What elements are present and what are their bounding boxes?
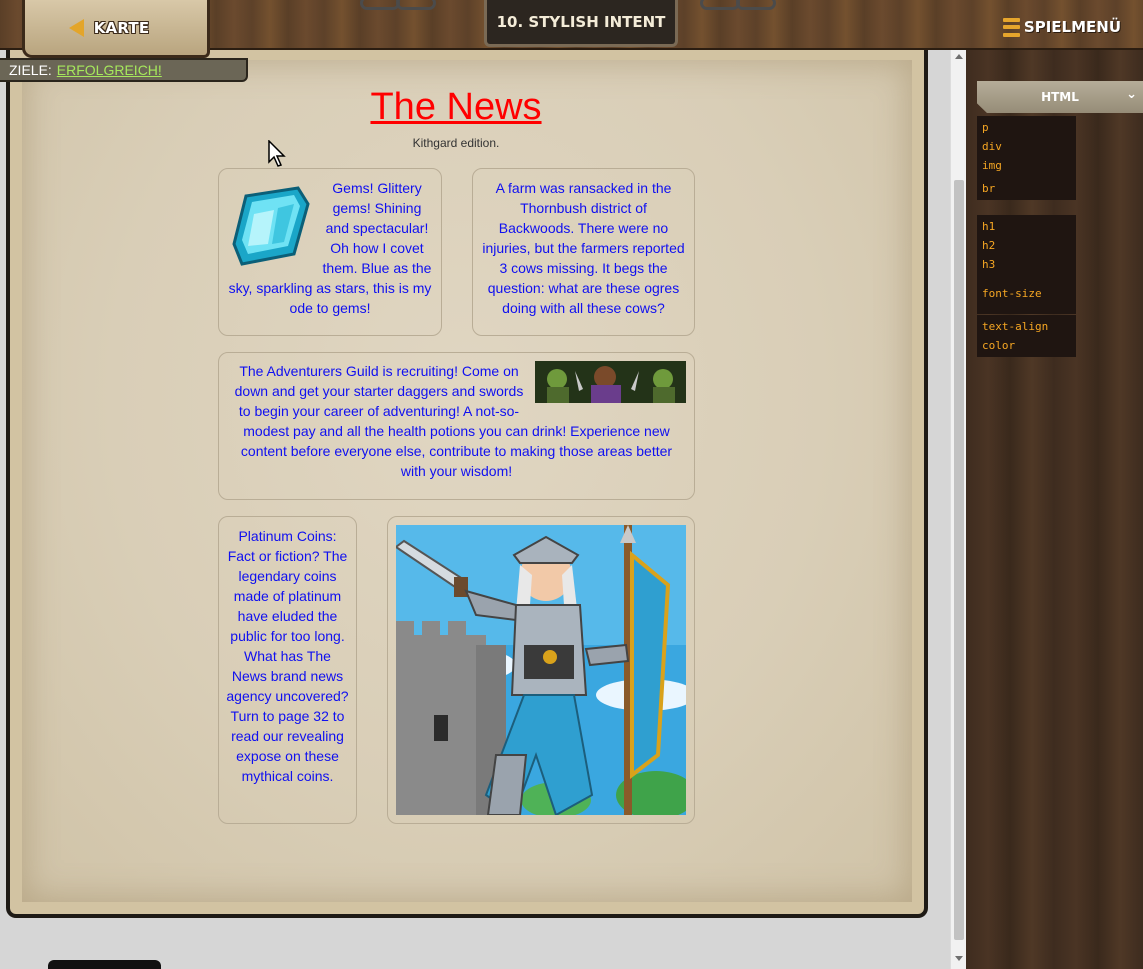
palette-group: font-size: [977, 276, 1076, 314]
goals-label: ZIELE:: [9, 62, 52, 78]
snippet-div[interactable]: div: [977, 137, 1076, 156]
chain-decoration: [736, 0, 776, 10]
level-scrollbar[interactable]: [950, 48, 966, 969]
back-arrow-icon: [68, 18, 84, 37]
adventurers-image: [535, 361, 686, 403]
chain-decoration: [360, 0, 400, 10]
snippet-img[interactable]: img: [977, 156, 1076, 175]
goals-status[interactable]: ERFOLGREICH!: [57, 62, 162, 78]
scrollbar-thumb[interactable]: [954, 180, 964, 940]
snippet-color[interactable]: color: [977, 336, 1076, 355]
article-gems: Gems! Glittery gems! Shining and spectac…: [218, 168, 442, 336]
page-subtitle: Kithgard edition.: [412, 136, 500, 150]
snippet-h1[interactable]: h1: [977, 217, 1076, 236]
chain-decoration: [396, 0, 436, 10]
bottom-tab[interactable]: [48, 960, 161, 969]
snippet-font-size[interactable]: font-size: [977, 284, 1076, 303]
palette-group: text-align color: [977, 315, 1076, 357]
menu-icon: [1002, 17, 1020, 37]
warrior-image: [396, 525, 686, 815]
article-platinum: Platinum Coins: Fact or fiction? The leg…: [218, 516, 357, 824]
palette-header[interactable]: HTML ⌄: [977, 81, 1143, 113]
goals-bar[interactable]: ZIELE: ERFOLGREICH!: [0, 58, 248, 82]
scroll-down-icon[interactable]: [955, 956, 963, 961]
level-title: 10. STYLISH INTENT: [484, 0, 678, 47]
page-title: The News: [370, 86, 542, 128]
palette-group: p div img: [977, 116, 1076, 177]
game-menu-label: SPIELMENÜ: [1023, 18, 1121, 36]
map-button-label: KARTE: [93, 18, 150, 37]
article-farm-text: A farm was ransacked in the Thornbush di…: [482, 180, 685, 316]
code-palette: HTML ⌄ p div img br h1 h2 h3 font-size t…: [966, 48, 1143, 969]
game-menu-button[interactable]: SPIELMENÜ: [1002, 14, 1121, 40]
scroll-up-icon[interactable]: [955, 54, 963, 59]
map-button[interactable]: KARTE: [22, 0, 210, 58]
snippet-h2[interactable]: h2: [977, 236, 1076, 255]
mouse-cursor-icon: [268, 140, 286, 167]
article-warrior: [387, 516, 695, 824]
palette-group: h1 h2 h3: [977, 215, 1076, 276]
article-platinum-text: Platinum Coins: Fact or fiction? The leg…: [226, 528, 349, 784]
palette-group: br: [977, 177, 1076, 200]
article-farm: A farm was ransacked in the Thornbush di…: [472, 168, 695, 336]
article-guild: The Adventurers Guild is recruiting! Com…: [218, 352, 695, 500]
snippet-p[interactable]: p: [977, 118, 1076, 137]
palette-title: HTML: [1041, 90, 1079, 104]
level-title-text: 10. STYLISH INTENT: [496, 13, 666, 31]
gem-image: [232, 186, 310, 266]
chain-decoration: [700, 0, 740, 10]
chevron-down-icon[interactable]: ⌄: [1126, 87, 1137, 102]
snippet-br[interactable]: br: [977, 179, 1076, 198]
snippet-h3[interactable]: h3: [977, 255, 1076, 274]
snippet-text-align[interactable]: text-align: [977, 317, 1076, 336]
